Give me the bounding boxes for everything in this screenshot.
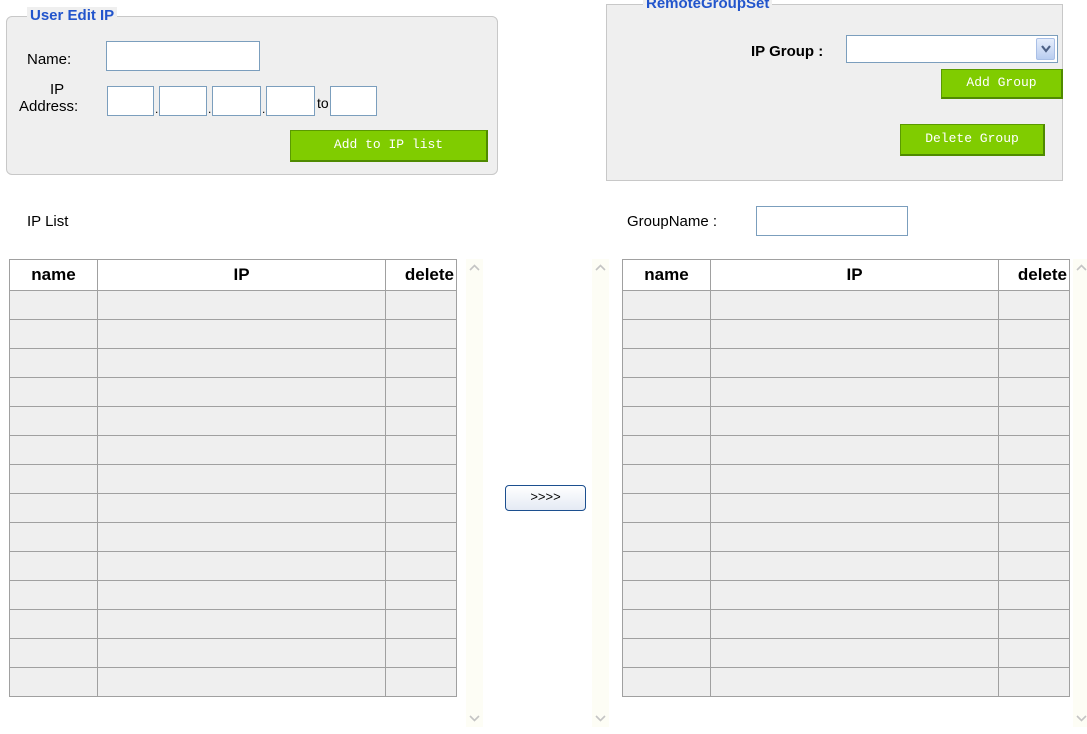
group-list-left-scrollbar[interactable]	[592, 259, 609, 727]
column-header-delete: delete	[385, 259, 457, 291]
ip-dot-3: .	[262, 102, 266, 116]
remote-group-set-legend: RemoteGroupSet	[643, 0, 773, 13]
scroll-up-icon[interactable]	[592, 259, 609, 276]
table-row[interactable]	[622, 464, 1070, 494]
table-row[interactable]	[622, 493, 1070, 523]
ip-octet-4-input[interactable]	[266, 86, 315, 116]
ip-list-header-row: name IP delete	[9, 259, 457, 291]
group-ip-table: name IP delete	[622, 259, 1070, 697]
table-row[interactable]	[622, 551, 1070, 581]
table-row[interactable]	[9, 319, 457, 349]
group-list-right-scrollbar[interactable]	[1073, 259, 1087, 727]
table-row[interactable]	[622, 348, 1070, 378]
column-header-ip: IP	[97, 259, 386, 291]
table-row[interactable]	[9, 290, 457, 320]
column-header-name: name	[622, 259, 711, 291]
table-row[interactable]	[622, 638, 1070, 668]
move-to-group-button[interactable]: >>>>	[505, 485, 586, 511]
chevron-down-icon[interactable]	[1036, 38, 1055, 60]
table-row[interactable]	[9, 377, 457, 407]
ip-list-table: name IP delete	[9, 259, 457, 697]
column-header-delete: delete	[998, 259, 1070, 291]
table-row[interactable]	[622, 609, 1070, 639]
table-row[interactable]	[9, 580, 457, 610]
group-name-input[interactable]	[756, 206, 908, 236]
ip-dot-2: .	[208, 102, 212, 116]
scroll-down-icon[interactable]	[1073, 710, 1087, 727]
ip-octet-3-input[interactable]	[212, 86, 261, 116]
table-row[interactable]	[9, 464, 457, 494]
table-row[interactable]	[9, 609, 457, 639]
column-header-ip: IP	[710, 259, 999, 291]
user-edit-ip-legend: User Edit IP	[27, 7, 118, 25]
table-row[interactable]	[622, 435, 1070, 465]
add-group-button[interactable]: Add Group	[941, 69, 1063, 99]
name-label: Name:	[27, 51, 72, 68]
table-row[interactable]	[9, 551, 457, 581]
scroll-up-icon[interactable]	[466, 259, 483, 276]
scroll-up-icon[interactable]	[1073, 259, 1087, 276]
table-row[interactable]	[622, 290, 1070, 320]
table-row[interactable]	[622, 667, 1070, 697]
table-row[interactable]	[9, 406, 457, 436]
table-row[interactable]	[9, 638, 457, 668]
ip-octet-2-input[interactable]	[159, 86, 207, 116]
ip-address-label-line1: IP	[50, 81, 65, 98]
ip-list-title: IP List	[27, 213, 69, 230]
table-row[interactable]	[622, 580, 1070, 610]
ip-list-body	[9, 290, 457, 697]
column-header-name: name	[9, 259, 98, 291]
table-row[interactable]	[9, 348, 457, 378]
ip-end-input[interactable]	[330, 86, 377, 116]
ip-list-scrollbar[interactable]	[466, 259, 483, 727]
table-row[interactable]	[622, 522, 1070, 552]
table-row[interactable]	[622, 319, 1070, 349]
ip-octet-1-input[interactable]	[107, 86, 154, 116]
to-label: to	[317, 95, 329, 111]
add-to-ip-list-button[interactable]: Add to IP list	[290, 130, 488, 162]
table-row[interactable]	[622, 406, 1070, 436]
scroll-down-icon[interactable]	[592, 710, 609, 727]
delete-group-button[interactable]: Delete Group	[900, 124, 1045, 156]
table-row[interactable]	[9, 435, 457, 465]
group-header-row: name IP delete	[622, 259, 1070, 291]
ip-group-label: IP Group :	[751, 43, 824, 60]
ip-group-select[interactable]	[846, 35, 1058, 63]
table-row[interactable]	[9, 522, 457, 552]
group-ip-body	[622, 290, 1070, 697]
scroll-down-icon[interactable]	[466, 710, 483, 727]
name-input[interactable]	[106, 41, 260, 71]
group-name-label: GroupName :	[627, 213, 718, 230]
table-row[interactable]	[622, 377, 1070, 407]
ip-address-label-line2: Address:	[19, 98, 79, 115]
table-row[interactable]	[9, 667, 457, 697]
ip-dot-1: .	[155, 102, 159, 116]
table-row[interactable]	[9, 493, 457, 523]
